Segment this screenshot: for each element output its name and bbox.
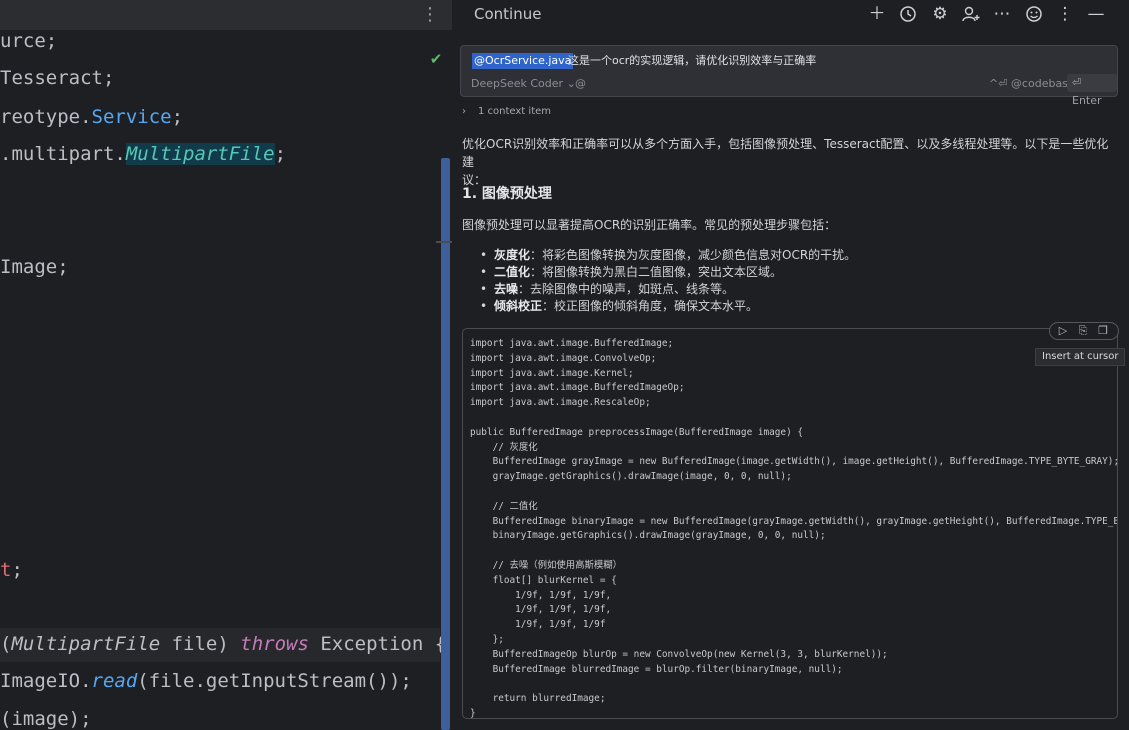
code-line[interactable]: Tesseract; [0, 63, 114, 93]
at-mention-button[interactable]: @ [575, 76, 586, 92]
settings-icon[interactable]: ⚙ [929, 2, 951, 26]
code-type: MultipartFile [11, 633, 161, 655]
code-text: file) [160, 633, 229, 655]
list-desc: ：将彩色图像转换为灰度图像，减少颜色信息对OCR的干扰。 [530, 248, 857, 262]
plus-icon[interactable]: ＋ [866, 2, 888, 26]
code-text: ImageIO. [0, 670, 92, 692]
editor-scrollbar[interactable] [441, 158, 450, 730]
context-label: 1 context item [478, 106, 552, 117]
list-item: 去噪：去除图像中的噪声，如斑点、线条等。 [480, 281, 1080, 298]
response-intro-line: 优化OCR识别效率和正确率可以从多个方面入手，包括图像预处理、Tesseract… [462, 137, 1109, 169]
list-term: 灰度化 [494, 248, 531, 262]
model-selector[interactable]: DeepSeek Coder ⌄ [471, 76, 576, 92]
list-term: 去噪 [494, 282, 519, 296]
code-identifier: Service [91, 106, 172, 128]
code-text: reotype. [0, 106, 92, 128]
list-item: 倾斜校正：校正图像的倾斜角度，确保文本水平。 [480, 298, 1080, 315]
code-text: (file.getInputStream()); [137, 670, 412, 692]
chevron-right-icon: › [462, 106, 466, 117]
code-text: ; [171, 106, 184, 128]
code-method: read [91, 670, 138, 692]
bullet-list: 灰度化：将彩色图像转换为灰度图像，减少颜色信息对OCR的干扰。 二值化：将图像转… [480, 247, 1080, 315]
list-item: 灰度化：将彩色图像转换为灰度图像，减少颜色信息对OCR的干扰。 [480, 247, 1080, 264]
user-add-icon[interactable] [960, 2, 982, 26]
list-desc: ：去除图像中的噪声，如斑点、线条等。 [518, 282, 735, 296]
code-text: ; [11, 559, 23, 581]
enter-button[interactable]: ⏎ Enter [1067, 74, 1117, 107]
prompt-text: 这是一个ocr的实现逻辑，请优化识别效率与正确率 [568, 54, 817, 67]
code-text: (image); [0, 708, 92, 730]
response-intro-line: 议： [462, 173, 487, 187]
code-block[interactable]: import java.awt.image.BufferedImage; imp… [462, 328, 1118, 719]
code-line[interactable]: (image); [0, 704, 92, 730]
code-keyword: throws [240, 633, 309, 655]
minimize-icon[interactable]: — [1085, 2, 1107, 26]
tooltip: Insert at cursor [1035, 348, 1126, 366]
section-description: 图像预处理可以显著提高OCR的识别正确率。常见的预处理步骤包括： [462, 218, 837, 232]
code-block-content[interactable]: import java.awt.image.BufferedImage; imp… [470, 337, 1117, 718]
code-line[interactable]: t; [0, 555, 23, 585]
code-line[interactable]: urce; [0, 26, 57, 56]
insert-at-cursor-icon[interactable]: ⎘ [1076, 324, 1090, 338]
model-name: DeepSeek Coder [471, 77, 564, 90]
code-text: urce; [0, 30, 58, 52]
code-line[interactable]: .multipart.MultipartFile; [0, 139, 286, 169]
editor-toolbar [0, 0, 452, 30]
file-mention[interactable]: @OcrService.java [472, 53, 574, 69]
history-icon[interactable] [897, 2, 919, 26]
kebab-icon[interactable]: ⋮ [1054, 2, 1076, 26]
panel-header: Continue ＋ ⚙ ⋯ ⋮ — [452, 0, 1129, 30]
code-text: ; [274, 143, 287, 165]
continue-panel: Continue ＋ ⚙ ⋯ ⋮ — @OcrService.java 这是一个… [452, 0, 1129, 730]
code-text: Exception { [308, 633, 447, 655]
copy-icon[interactable]: ❐ [1096, 324, 1110, 338]
code-text: .multipart. [0, 143, 126, 165]
code-text: Tesseract; [0, 67, 115, 89]
code-text: ( [0, 633, 12, 655]
chat-input[interactable]: @OcrService.java 这是一个ocr的实现逻辑，请优化识别效率与正确… [460, 45, 1118, 107]
response-intro: 优化OCR识别效率和正确率可以从多个方面入手，包括图像预处理、Tesseract… [462, 135, 1112, 189]
more-icon[interactable]: ⋯ [991, 2, 1013, 26]
scrollbar-marker [436, 241, 452, 243]
codebase-shortcut[interactable]: ^⏎ @codebase [989, 76, 1075, 92]
editor-menu-icon[interactable]: ⋮ [420, 3, 440, 27]
code-block-toolbar: ▷ ⎘ ❐ [1049, 322, 1119, 340]
code-line[interactable]: ImageIO.read(file.getInputStream()); [0, 666, 412, 696]
code-identifier-highlighted: MultipartFile [125, 143, 275, 165]
context-items-toggle[interactable]: › 1 context item [462, 104, 551, 120]
code-text: Image; [0, 256, 69, 278]
inspection-ok-icon[interactable]: ✔ [427, 50, 445, 68]
panel-title: Continue [474, 5, 542, 23]
list-desc: ：校正图像的倾斜角度，确保文本水平。 [542, 299, 759, 313]
list-term: 二值化 [494, 265, 531, 279]
list-term: 倾斜校正 [494, 299, 543, 313]
run-icon[interactable]: ▷ [1056, 324, 1070, 338]
code-editor[interactable]: ⋮ ✔ urce; Tesseract; reotype.Service; .m… [0, 0, 452, 730]
code-line[interactable]: Image; [0, 252, 69, 282]
code-line[interactable]: reotype.Service; [0, 102, 183, 132]
list-item: 二值化：将图像转换为黑白二值图像，突出文本区域。 [480, 264, 1080, 281]
section-heading: 1. 图像预处理 [462, 186, 552, 202]
list-desc: ：将图像转换为黑白二值图像，突出文本区域。 [530, 265, 783, 279]
code-line[interactable]: (MultipartFile file) throws Exception { [0, 629, 446, 659]
code-text: t [0, 559, 12, 581]
smile-icon[interactable] [1023, 2, 1045, 26]
